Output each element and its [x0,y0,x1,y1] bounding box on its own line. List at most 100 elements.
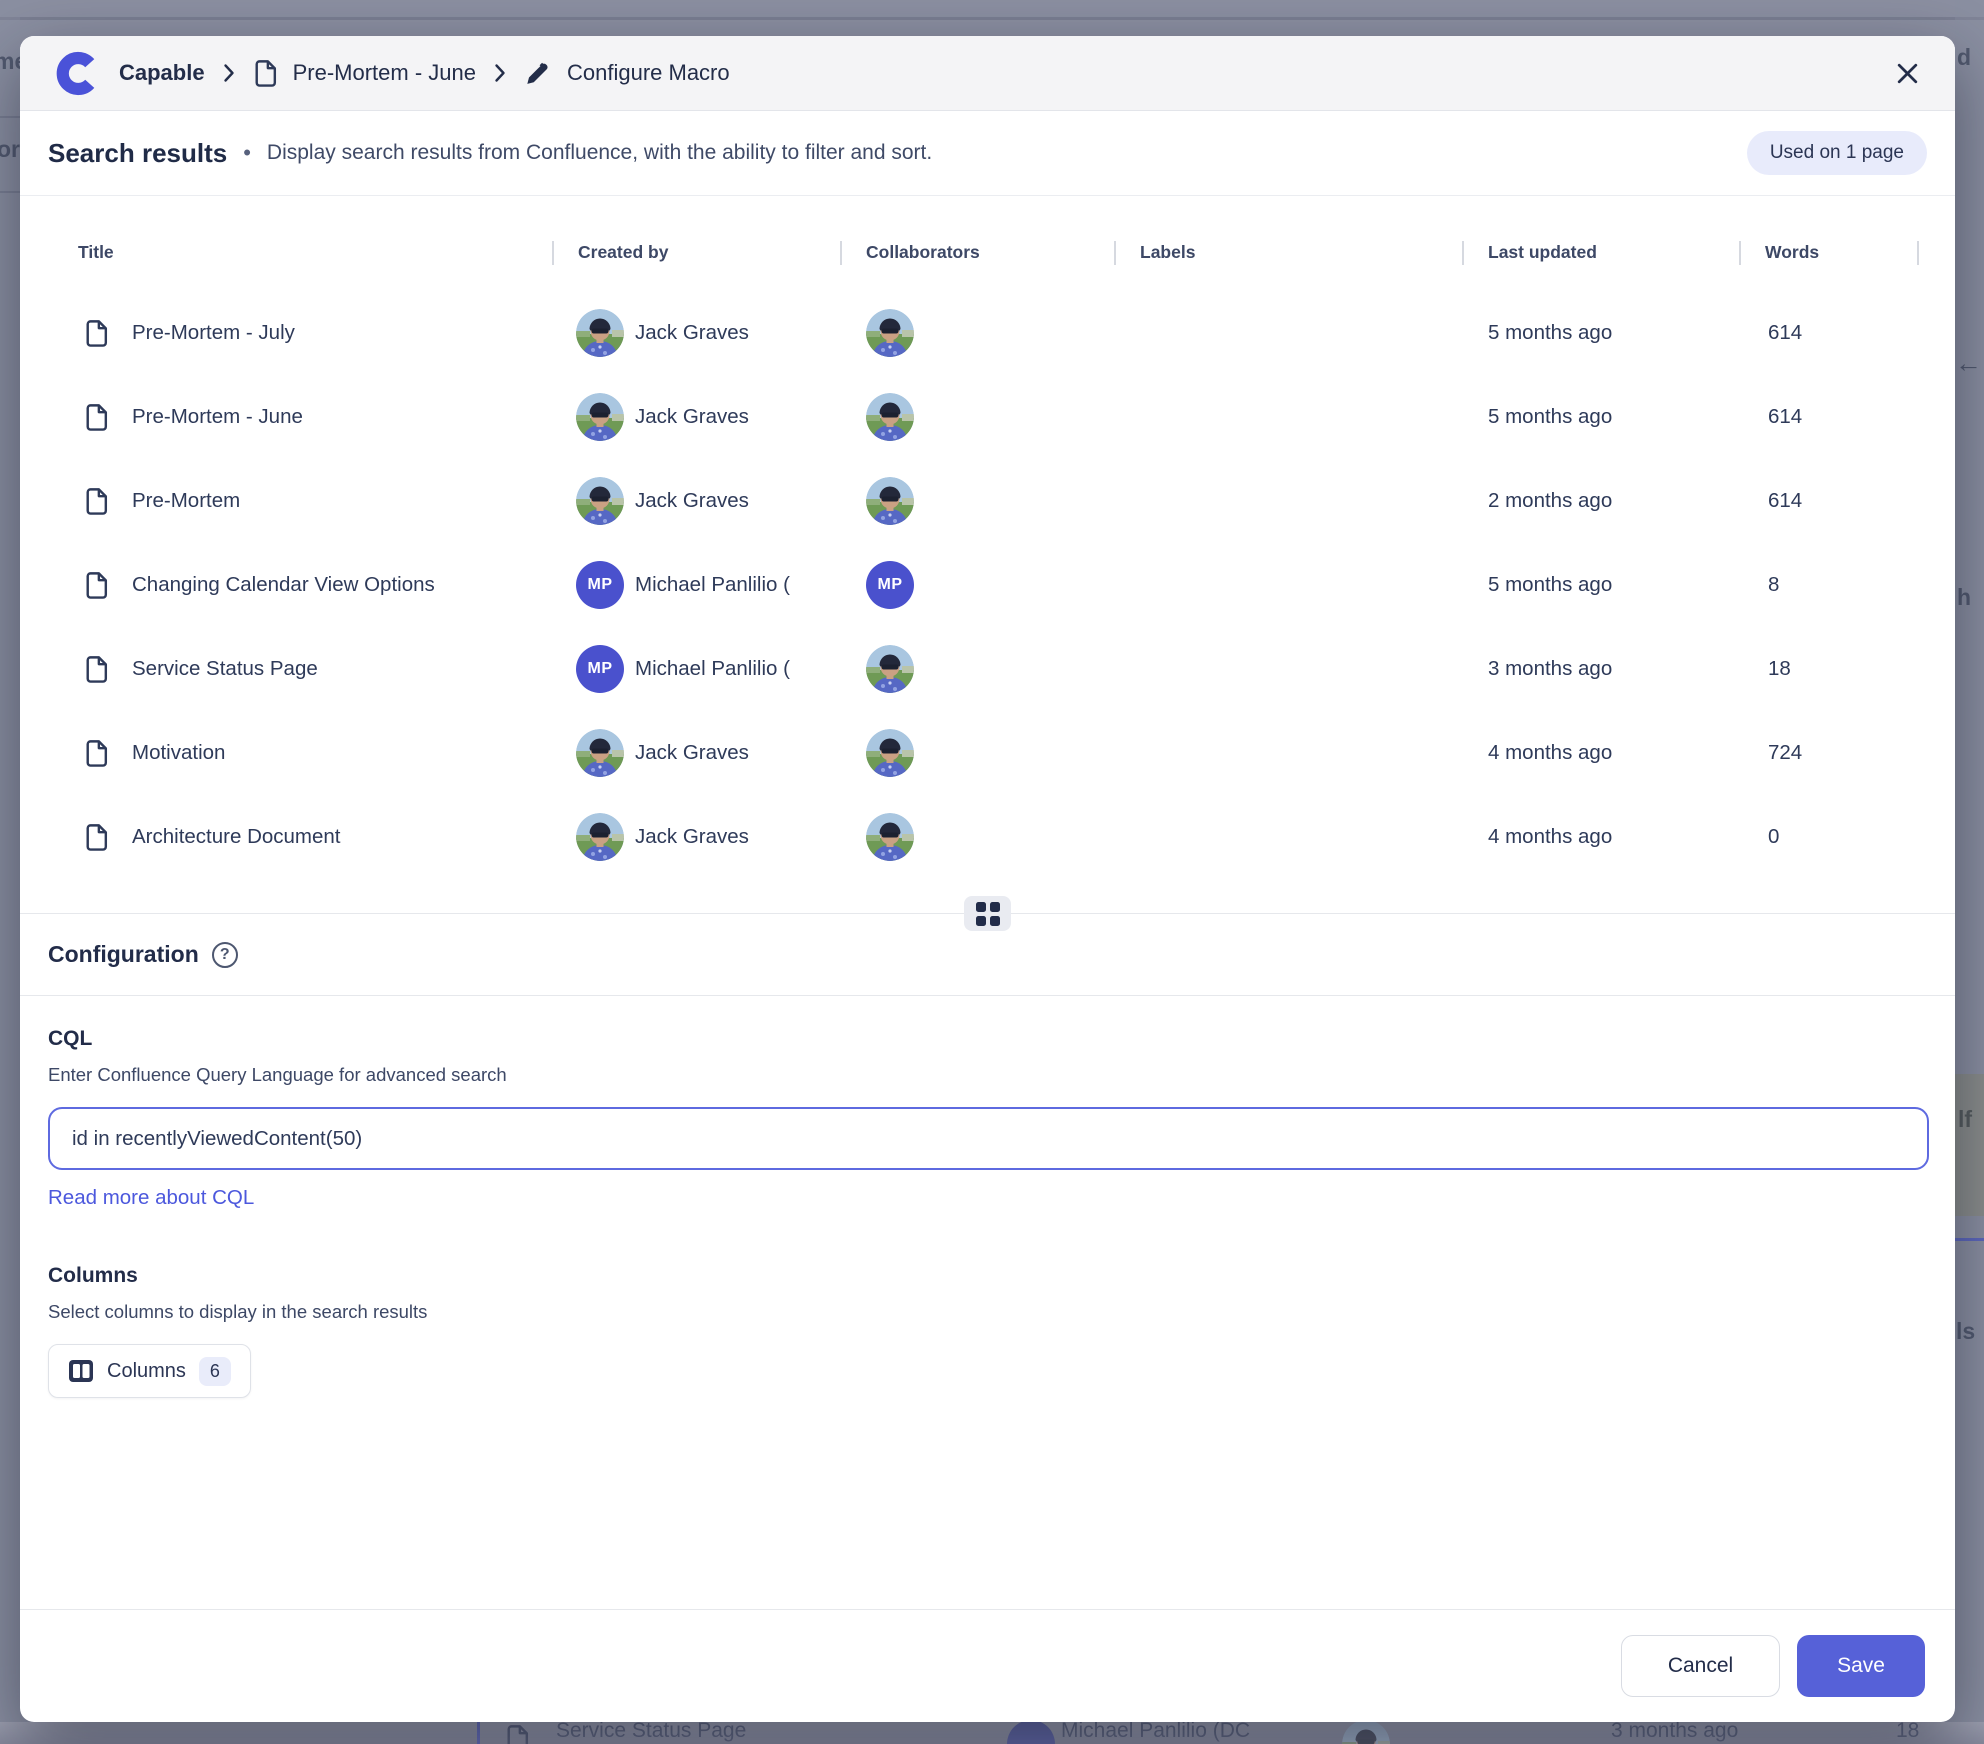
document-icon [84,822,110,852]
dot-separator: • [243,140,251,166]
row-title[interactable]: Service Status Page [132,657,318,681]
pencil-icon [524,60,551,87]
avatar-initials: MP [576,645,624,693]
chevron-right-icon [494,63,506,83]
avatar [866,477,914,525]
configuration-body: CQL Enter Confluence Query Language for … [48,996,1929,1398]
avatar [866,393,914,441]
row-title[interactable]: Pre-Mortem - June [132,405,303,429]
row-last-updated: 5 months ago [1462,321,1739,345]
avatar [576,393,624,441]
cql-docs-link[interactable]: Read more about CQL [48,1186,254,1210]
column-header-created-by[interactable]: Created by [552,242,840,263]
help-icon[interactable]: ? [212,942,238,968]
avatar [866,813,914,861]
usage-badge[interactable]: Used on 1 page [1747,131,1927,175]
row-last-updated: 4 months ago [1462,825,1739,849]
column-header-labels[interactable]: Labels [1114,242,1462,263]
columns-picker-button[interactable]: Columns 6 [48,1344,251,1398]
macro-description: Display search results from Confluence, … [267,141,932,165]
avatar [576,477,624,525]
save-button[interactable]: Save [1797,1635,1925,1697]
avatar [866,309,914,357]
columns-label: Columns [48,1264,1929,1288]
document-icon [253,58,279,88]
close-button[interactable] [1894,60,1921,87]
document-icon [84,402,110,432]
row-words: 614 [1739,321,1911,345]
row-words: 0 [1739,825,1911,849]
row-title[interactable]: Pre-Mortem - July [132,321,295,345]
dialog-header: Capable Pre-Mortem - June Configure Macr… [20,36,1955,111]
avatar [576,729,624,777]
row-created-by: Jack Graves [635,321,749,345]
row-last-updated: 5 months ago [1462,405,1739,429]
column-header-title[interactable]: Title [78,242,552,263]
document-icon [84,318,110,348]
cancel-button[interactable]: Cancel [1621,1635,1780,1697]
row-title[interactable]: Pre-Mortem [132,489,240,513]
modal-scrim [1955,0,1984,1744]
row-words: 724 [1739,741,1911,765]
configure-macro-dialog: Capable Pre-Mortem - June Configure Macr… [20,36,1955,1722]
cql-description: Enter Confluence Query Language for adva… [48,1064,1929,1086]
table-body: Pre-Mortem - July Jack Graves 5 months a… [78,291,1919,879]
document-icon [84,570,110,600]
row-created-by: Jack Graves [635,405,749,429]
row-last-updated: 5 months ago [1462,573,1739,597]
backdrop-right-strip: d ← h lf ls [1955,0,1984,1744]
macro-title-row: Search results • Display search results … [20,111,1955,196]
chevron-right-icon [223,63,235,83]
row-created-by: Jack Graves [635,741,749,765]
columns-description: Select columns to display in the search … [48,1301,1929,1323]
columns-count-badge: 6 [199,1357,231,1386]
table-row[interactable]: Service Status Page MP Michael Panlilio (… [78,627,1919,711]
backdrop-divider [0,17,1984,20]
breadcrumb-page[interactable]: Pre-Mortem - June [293,60,476,86]
row-title[interactable]: Architecture Document [132,825,341,849]
avatar [576,309,624,357]
table-row[interactable]: Pre-Mortem - July Jack Graves 5 months a… [78,291,1919,375]
configuration-heading: Configuration [48,941,199,968]
row-title[interactable]: Changing Calendar View Options [132,573,435,597]
column-header-collaborators[interactable]: Collaborators [840,242,1114,263]
search-results-table: Title Created by Collaborators Labels La… [78,196,1919,879]
avatar-initials: MP [576,561,624,609]
macro-title: Search results [48,138,227,169]
table-row[interactable]: Pre-Mortem Jack Graves 2 months ago 614 [78,459,1919,543]
column-header-words[interactable]: Words [1739,242,1911,263]
document-icon [84,738,110,768]
document-icon [84,654,110,684]
capable-logo-icon [56,51,101,96]
dialog-footer: Cancel Save [20,1609,1955,1722]
document-icon [84,486,110,516]
modal-scrim [0,0,20,1744]
configuration-heading-row: Configuration ? [20,914,1955,996]
backdrop-left-strip: me or [0,0,20,1744]
breadcrumb-app[interactable]: Capable [119,60,205,86]
backdrop-bottom-row: Service Status Page Michael Panlilio (DC… [0,1722,1984,1744]
table-row[interactable]: Architecture Document Jack Graves 4 mont… [78,795,1919,879]
avatar [866,729,914,777]
row-words: 614 [1739,489,1911,513]
table-header-row: Title Created by Collaborators Labels La… [78,242,1919,263]
row-words: 8 [1739,573,1911,597]
row-created-by: Michael Panlilio ( [635,573,790,597]
table-row[interactable]: Changing Calendar View Options MP Michael… [78,543,1919,627]
column-header-last-updated[interactable]: Last updated [1462,242,1739,263]
columns-icon [68,1359,94,1383]
row-words: 614 [1739,405,1911,429]
modal-scrim [0,1722,1984,1744]
row-created-by: Michael Panlilio ( [635,657,790,681]
cql-label: CQL [48,1027,1929,1051]
table-row[interactable]: Pre-Mortem - June Jack Graves 5 months a… [78,375,1919,459]
table-row[interactable]: Motivation Jack Graves 4 months ago 724 [78,711,1919,795]
row-words: 18 [1739,657,1911,681]
avatar-initials: MP [866,561,914,609]
row-last-updated: 4 months ago [1462,741,1739,765]
row-title[interactable]: Motivation [132,741,225,765]
row-last-updated: 2 months ago [1462,489,1739,513]
avatar [576,813,624,861]
cql-input[interactable] [48,1107,1929,1170]
close-icon [1894,60,1921,87]
